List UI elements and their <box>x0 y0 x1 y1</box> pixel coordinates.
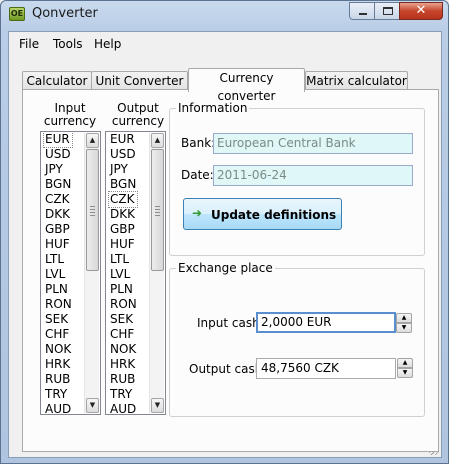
input-currency-label-line2: currency <box>43 114 97 128</box>
menu-help[interactable]: Help <box>94 37 121 51</box>
currency-list-item[interactable]: EUR <box>109 132 137 147</box>
minimize-icon <box>359 13 367 15</box>
input-cash-spin-buttons: ▲ ▼ <box>396 313 412 334</box>
tab-matrix-calculator[interactable]: Matrix calculator <box>305 71 408 91</box>
currency-list-item[interactable]: TRY <box>109 387 137 402</box>
output-currency-label: Output currency <box>105 102 171 128</box>
currency-list-item[interactable]: USD <box>44 147 72 162</box>
currency-list-item[interactable]: USD <box>109 147 137 162</box>
maximize-button[interactable] <box>374 2 400 20</box>
currency-list-item[interactable]: HRK <box>44 357 72 372</box>
bank-field[interactable]: European Central Bank <box>213 133 413 154</box>
currency-list-item[interactable]: NOK <box>44 342 72 357</box>
exchange-place-group: Exchange place Input cash: 2,0000 EUR ▲ … <box>169 261 425 417</box>
update-definitions-button[interactable]: ➜ Update definitions <box>183 198 342 230</box>
currency-list-item[interactable]: BGN <box>44 177 72 192</box>
scroll-up-button[interactable]: ▲ <box>151 133 164 148</box>
output-currency-label-line2: currency <box>111 114 165 128</box>
currency-list-item[interactable]: EUR <box>43 132 73 148</box>
currency-list-item[interactable]: TRY <box>44 387 72 402</box>
currency-list-item[interactable]: PLN <box>109 282 137 297</box>
information-group: Information Bank: European Central Bank … <box>169 101 425 256</box>
currency-list-item[interactable]: PLN <box>44 282 72 297</box>
green-arrow-icon: ➜ <box>192 206 203 220</box>
currency-list-item[interactable]: HUF <box>44 237 72 252</box>
output-currency-items: EUR USD JPY BGN CZK DKK GBP HUF LTL LVL PLN RON SEK C… <box>108 132 138 414</box>
output-list-scrollbar[interactable]: ▲ ▼ <box>149 133 164 413</box>
caption-buttons: ✕ <box>349 2 443 20</box>
output-cash-label: Output cash: <box>189 362 267 376</box>
currency-list-item[interactable]: CHF <box>109 327 137 342</box>
currency-list-item[interactable]: NOK <box>109 342 137 357</box>
update-definitions-label: Update definitions <box>211 208 337 222</box>
spin-up-button[interactable]: ▲ <box>397 358 413 368</box>
tab-unit-converter[interactable]: Unit Converter <box>91 71 188 91</box>
currency-list-item[interactable]: RUB <box>44 372 72 387</box>
currency-list-item[interactable]: HUF <box>109 237 137 252</box>
spin-down-button[interactable]: ▼ <box>396 323 412 333</box>
currency-list-item[interactable]: LTL <box>109 252 137 267</box>
currency-list-item[interactable]: LTL <box>44 252 72 267</box>
currency-list-item[interactable]: LVL <box>109 267 137 282</box>
tab-currency-converter[interactable]: Currency converter <box>188 68 305 103</box>
currency-list-item[interactable]: RUB <box>109 372 137 387</box>
maximize-icon <box>383 7 393 15</box>
window-title: Qonverter <box>32 6 98 21</box>
input-cash-spinbox[interactable]: 2,0000 EUR ▲ ▼ <box>256 312 412 333</box>
currency-list-item[interactable]: AUD <box>109 402 137 414</box>
scroll-down-button[interactable]: ▼ <box>86 398 99 413</box>
currency-list-item[interactable]: JPY <box>109 162 137 177</box>
input-currency-label: Input currency <box>37 102 103 128</box>
scroll-down-button[interactable]: ▼ <box>151 398 164 413</box>
input-cash-value: 2,0000 EUR <box>261 315 332 329</box>
input-list-scrollbar[interactable]: ▲ ▼ <box>84 133 99 413</box>
bank-label: Bank: <box>181 136 216 150</box>
output-cash-spin-buttons: ▲ ▼ <box>397 358 413 379</box>
exchange-place-title: Exchange place <box>176 261 275 275</box>
app-window: OE Qonverter ✕ File Tools Help Calculato… <box>0 0 449 464</box>
output-cash-value: 48,7560 CZK <box>261 361 339 375</box>
currency-list-item[interactable]: RON <box>109 297 137 312</box>
input-currency-list[interactable]: EUR USD JPY BGN CZK DKK GBP HUF LTL LVL PLN RON SEK C… <box>40 131 101 415</box>
currency-list-item[interactable]: SEK <box>109 312 137 327</box>
grip-icon <box>90 206 95 216</box>
close-icon: ✕ <box>415 3 427 18</box>
menu-file[interactable]: File <box>19 37 39 51</box>
date-label: Date: <box>181 168 214 182</box>
scroll-thumb[interactable] <box>151 149 164 271</box>
currency-list-item[interactable]: SEK <box>44 312 72 327</box>
title-bar[interactable]: OE Qonverter ✕ <box>1 1 448 29</box>
currency-list-item[interactable]: CZK <box>108 191 138 208</box>
currency-list-item[interactable]: RON <box>44 297 72 312</box>
currency-list-item[interactable]: CHF <box>44 327 72 342</box>
currency-list-item[interactable]: DKK <box>109 207 137 222</box>
close-button[interactable]: ✕ <box>399 2 443 20</box>
spin-up-button[interactable]: ▲ <box>396 313 412 323</box>
tab-calculator[interactable]: Calculator <box>22 71 92 91</box>
currency-list-item[interactable]: DKK <box>44 207 72 222</box>
currency-converter-panel: Input currency EUR USD JPY BGN CZK DKK GBP HUF L… <box>22 89 439 452</box>
currency-list-item[interactable]: AUD <box>44 402 72 414</box>
currency-list-item[interactable]: CZK <box>44 192 72 207</box>
currency-list-item[interactable]: GBP <box>109 222 137 237</box>
minimize-button[interactable] <box>349 2 375 20</box>
spin-down-button[interactable]: ▼ <box>397 368 413 378</box>
output-currency-list[interactable]: EUR USD JPY BGN CZK DKK GBP HUF LTL LVL PLN RON SEK C… <box>105 131 166 415</box>
client-area: File Tools Help Calculator Unit Converte… <box>8 31 442 458</box>
menu-tools[interactable]: Tools <box>53 37 83 51</box>
currency-list-item[interactable]: GBP <box>44 222 72 237</box>
scroll-thumb[interactable] <box>86 149 99 271</box>
input-cash-label: Input cash: <box>197 316 264 330</box>
scroll-up-button[interactable]: ▲ <box>86 133 99 148</box>
currency-list-item[interactable]: BGN <box>109 177 137 192</box>
menu-bar: File Tools Help <box>9 32 441 56</box>
grip-icon <box>155 206 160 216</box>
currency-list-item[interactable]: HRK <box>109 357 137 372</box>
currency-list-item[interactable]: JPY <box>44 162 72 177</box>
qonverter-app-icon: OE <box>9 7 25 21</box>
input-currency-items: EUR USD JPY BGN CZK DKK GBP HUF LTL LVL PLN RON SEK C… <box>43 132 73 414</box>
date-field[interactable]: 2011-06-24 <box>213 165 413 186</box>
currency-list-item[interactable]: LVL <box>44 267 72 282</box>
output-cash-spinbox[interactable]: 48,7560 CZK ▲ ▼ <box>256 358 413 379</box>
